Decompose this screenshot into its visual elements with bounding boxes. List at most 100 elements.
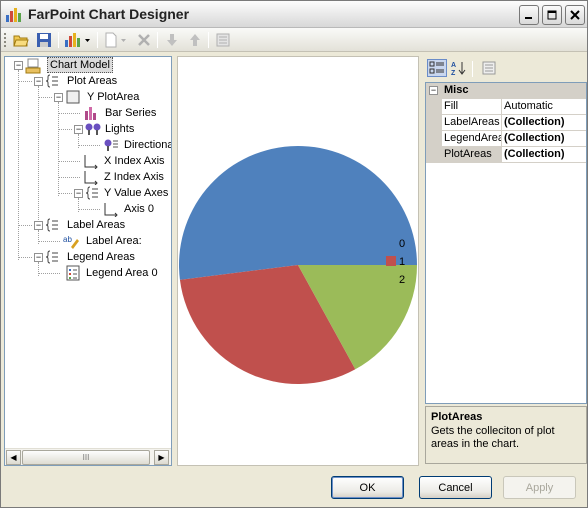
tree-node-legend-areas[interactable]: Legend Areas [67, 249, 135, 265]
grip-icon [4, 33, 6, 47]
tree-line [58, 177, 80, 178]
chevron-left-icon: ◀ [10, 453, 17, 462]
category-label: Misc [444, 84, 469, 96]
row-gutter [426, 147, 442, 163]
open-button[interactable] [11, 31, 31, 49]
collapse-toggle[interactable]: − [74, 189, 83, 198]
categorized-button[interactable] [427, 59, 447, 77]
tree-node-label-area[interactable]: Label Area: [86, 233, 142, 249]
new-item-icon [105, 32, 126, 48]
properties-button[interactable] [213, 31, 233, 49]
row-gutter [426, 99, 442, 115]
chart-type-dropdown[interactable] [63, 31, 93, 49]
svg-text:Z: Z [451, 70, 456, 76]
collapse-toggle[interactable]: − [54, 93, 63, 102]
property-grid[interactable]: − Misc Fill Automatic LabelAreas (Collec… [425, 82, 587, 404]
main-toolbar [1, 28, 587, 52]
tree-node-y-value-axes[interactable]: Y Value Axes [104, 185, 168, 201]
chart-model-tree[interactable]: − Chart Model − Plot Areas − Y PlotArea … [4, 56, 172, 466]
ok-button[interactable]: OK [331, 476, 404, 499]
scroll-thumb-grip: III [82, 453, 90, 462]
collapse-toggle[interactable]: − [34, 253, 43, 262]
tree-node-legend-area-0[interactable]: Legend Area 0 [86, 265, 158, 281]
title-bar[interactable]: FarPoint Chart Designer [1, 1, 587, 28]
tree-node-label: Legend Areas [67, 251, 135, 263]
tree-node-label: Label Areas [67, 219, 126, 231]
tree-node-plot-areas[interactable]: Plot Areas [67, 73, 117, 89]
alphabetical-button[interactable]: AZ [449, 59, 469, 77]
delete-button[interactable] [134, 31, 154, 49]
legend-swatch [386, 256, 396, 266]
tree-node-z-index-axis[interactable]: Z Index Axis [104, 169, 164, 185]
collapse-toggle[interactable]: − [429, 86, 438, 95]
collapse-toggle[interactable]: − [74, 125, 83, 134]
scroll-thumb[interactable]: III [22, 450, 150, 465]
tree-node-label: Bar Series [105, 107, 157, 119]
tree-node-chart-model[interactable]: Chart Model [47, 57, 113, 73]
axis-icon [84, 171, 98, 185]
bar-series-icon [85, 107, 96, 120]
tree-node-label-areas[interactable]: Label Areas [67, 217, 125, 233]
save-button[interactable] [34, 31, 54, 49]
property-row-labelareas[interactable]: LabelAreas (Collection) [426, 115, 586, 131]
collapse-toggle[interactable]: − [34, 221, 43, 230]
scroll-left-button[interactable]: ◀ [6, 450, 21, 465]
close-button[interactable] [565, 5, 585, 25]
chevron-right-icon: ▶ [158, 453, 165, 462]
property-pages-button[interactable] [479, 59, 499, 77]
scroll-right-button[interactable]: ▶ [154, 450, 169, 465]
collapse-toggle[interactable]: − [34, 77, 43, 86]
tree-node-lights[interactable]: Lights [105, 121, 134, 137]
tree-node-y-plotarea[interactable]: Y PlotArea [87, 89, 139, 105]
move-down-button[interactable] [162, 31, 182, 49]
tree-line [58, 102, 59, 196]
new-item-dropdown[interactable] [102, 31, 130, 49]
tree-node-label: Label Area: [86, 235, 142, 247]
tree-node-label: Y PlotArea [87, 91, 140, 103]
move-down-icon [167, 34, 177, 46]
tree-node-axis-0[interactable]: Axis 0 [124, 201, 154, 217]
property-panel: AZ − Misc Fill Automatic LabelAreas (Col… [423, 56, 587, 466]
tree-line [18, 81, 32, 82]
property-value[interactable]: (Collection) [502, 131, 586, 147]
tree-node-directional-light[interactable]: DirectionalLight [124, 137, 171, 153]
chart-model-icon [25, 58, 41, 74]
maximize-button[interactable] [542, 5, 562, 25]
move-up-button[interactable] [185, 31, 205, 49]
tree-node-label: Y Value Axes [104, 187, 169, 199]
move-up-icon [190, 34, 200, 46]
description-text: Gets the colleciton of plot areas in the… [431, 425, 555, 450]
ok-button-label: OK [359, 481, 376, 494]
property-value[interactable]: (Collection) [502, 147, 586, 163]
property-category-misc[interactable]: − Misc [426, 83, 586, 99]
property-row-fill[interactable]: Fill Automatic [426, 99, 586, 115]
tree-line [18, 257, 32, 258]
apply-button-label: Apply [525, 481, 554, 494]
property-row-legendareas[interactable]: LegendAreas (Collection) [426, 131, 586, 147]
property-pages-icon [482, 61, 496, 75]
collection-icon [45, 74, 58, 88]
minimize-button[interactable] [519, 5, 539, 25]
axis-icon [104, 203, 118, 217]
apply-button[interactable]: Apply [503, 476, 576, 499]
tree-node-bar-series[interactable]: Bar Series [105, 105, 156, 121]
chart-preview[interactable]: 0 1 2 [177, 56, 419, 466]
property-value[interactable]: (Collection) [502, 115, 586, 131]
property-value[interactable]: Automatic [502, 99, 586, 115]
tree-line [38, 241, 60, 242]
open-folder-icon [13, 35, 29, 47]
tree-node-x-index-axis[interactable]: X Index Axis [104, 153, 165, 169]
property-row-plotareas[interactable]: PlotAreas (Collection) [426, 147, 586, 163]
collapse-toggle[interactable]: − [14, 61, 23, 70]
chart-type-icon [65, 33, 90, 47]
tree-line [78, 145, 100, 146]
pie-slice-0 [179, 146, 417, 280]
tree-horizontal-scrollbar[interactable]: ◀ III ▶ [5, 448, 171, 465]
cancel-button[interactable]: Cancel [419, 476, 492, 499]
svg-text:A: A [451, 62, 456, 69]
delete-icon [138, 34, 150, 46]
collection-icon [45, 218, 58, 232]
tree-line [58, 193, 72, 194]
toolbar-separator [97, 32, 98, 48]
properties-icon [216, 33, 230, 47]
